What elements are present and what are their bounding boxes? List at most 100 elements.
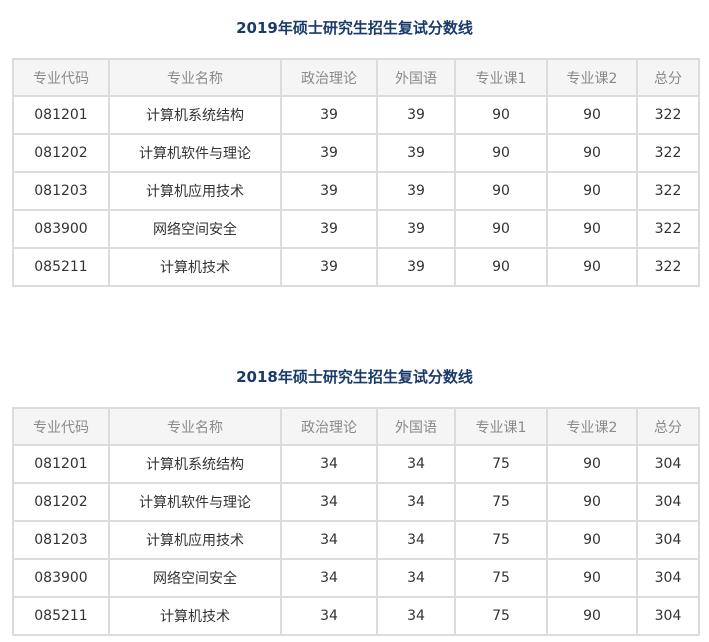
cell-course1: 75 xyxy=(454,558,548,598)
cell-course1: 90 xyxy=(454,171,548,211)
cell-language: 34 xyxy=(376,482,456,522)
cell-politics: 34 xyxy=(280,444,378,484)
table-row: 085211 计算机技术 34 34 75 90 304 xyxy=(12,596,700,636)
cell-politics: 39 xyxy=(280,171,378,211)
cell-total: 322 xyxy=(636,95,700,135)
cell-course2: 90 xyxy=(546,596,638,636)
cell-language: 34 xyxy=(376,596,456,636)
header-code: 专业代码 xyxy=(12,58,110,97)
section-title-2019: 2019年硕士研究生招生复试分数线 xyxy=(236,19,473,37)
cell-course1: 90 xyxy=(454,209,548,249)
header-name: 专业名称 xyxy=(108,58,282,97)
cell-code: 085211 xyxy=(12,596,110,636)
cell-politics: 39 xyxy=(280,209,378,249)
cell-politics: 34 xyxy=(280,596,378,636)
table-row: 083900 网络空间安全 34 34 75 90 304 xyxy=(12,558,700,598)
cell-course1: 75 xyxy=(454,444,548,484)
table-row: 081201 计算机系统结构 39 39 90 90 322 xyxy=(12,95,700,135)
score-table-2019: 专业代码 专业名称 政治理论 外国语 专业课1 专业课2 总分 081201 计… xyxy=(12,58,700,287)
cell-total: 304 xyxy=(636,520,700,560)
cell-course2: 90 xyxy=(546,209,638,249)
cell-total: 304 xyxy=(636,482,700,522)
cell-course1: 75 xyxy=(454,482,548,522)
cell-total: 322 xyxy=(636,247,700,287)
cell-course2: 90 xyxy=(546,171,638,211)
header-course1: 专业课1 xyxy=(454,407,548,446)
table-row: 081203 计算机应用技术 34 34 75 90 304 xyxy=(12,520,700,560)
header-politics: 政治理论 xyxy=(280,407,378,446)
cell-language: 39 xyxy=(376,209,456,249)
cell-course2: 90 xyxy=(546,558,638,598)
cell-politics: 39 xyxy=(280,247,378,287)
header-name: 专业名称 xyxy=(108,407,282,446)
cell-name: 计算机应用技术 xyxy=(108,520,282,560)
cell-language: 39 xyxy=(376,95,456,135)
table-row: 081201 计算机系统结构 34 34 75 90 304 xyxy=(12,444,700,484)
cell-language: 34 xyxy=(376,558,456,598)
header-code: 专业代码 xyxy=(12,407,110,446)
cell-total: 322 xyxy=(636,209,700,249)
cell-name: 计算机应用技术 xyxy=(108,171,282,211)
cell-code: 081203 xyxy=(12,520,110,560)
section-title-2018: 2018年硕士研究生招生复试分数线 xyxy=(236,368,473,386)
table-header-row: 专业代码 专业名称 政治理论 外国语 专业课1 专业课2 总分 xyxy=(12,58,700,97)
table-row: 081202 计算机软件与理论 34 34 75 90 304 xyxy=(12,482,700,522)
cell-name: 计算机软件与理论 xyxy=(108,133,282,173)
cell-total: 322 xyxy=(636,133,700,173)
cell-course2: 90 xyxy=(546,520,638,560)
cell-course2: 90 xyxy=(546,444,638,484)
cell-course2: 90 xyxy=(546,247,638,287)
cell-name: 计算机软件与理论 xyxy=(108,482,282,522)
header-language: 外国语 xyxy=(376,58,456,97)
cell-course1: 75 xyxy=(454,520,548,560)
header-course2: 专业课2 xyxy=(546,407,638,446)
cell-name: 计算机系统结构 xyxy=(108,95,282,135)
cell-language: 39 xyxy=(376,133,456,173)
cell-name: 网络空间安全 xyxy=(108,209,282,249)
cell-total: 304 xyxy=(636,444,700,484)
cell-code: 081202 xyxy=(12,482,110,522)
cell-name: 网络空间安全 xyxy=(108,558,282,598)
cell-course2: 90 xyxy=(546,95,638,135)
cell-course2: 90 xyxy=(546,133,638,173)
table-row: 081203 计算机应用技术 39 39 90 90 322 xyxy=(12,171,700,211)
cell-politics: 34 xyxy=(280,482,378,522)
cell-politics: 34 xyxy=(280,558,378,598)
cell-course1: 75 xyxy=(454,596,548,636)
cell-politics: 39 xyxy=(280,95,378,135)
header-total: 总分 xyxy=(636,407,700,446)
cell-code: 081201 xyxy=(12,444,110,484)
header-language: 外国语 xyxy=(376,407,456,446)
cell-name: 计算机技术 xyxy=(108,596,282,636)
header-course1: 专业课1 xyxy=(454,58,548,97)
cell-language: 34 xyxy=(376,444,456,484)
header-course2: 专业课2 xyxy=(546,58,638,97)
table-row: 081202 计算机软件与理论 39 39 90 90 322 xyxy=(12,133,700,173)
cell-code: 083900 xyxy=(12,558,110,598)
cell-course1: 90 xyxy=(454,95,548,135)
cell-total: 322 xyxy=(636,171,700,211)
cell-code: 085211 xyxy=(12,247,110,287)
table-row: 083900 网络空间安全 39 39 90 90 322 xyxy=(12,209,700,249)
cell-code: 083900 xyxy=(12,209,110,249)
cell-course2: 90 xyxy=(546,482,638,522)
table-header-row: 专业代码 专业名称 政治理论 外国语 专业课1 专业课2 总分 xyxy=(12,407,700,446)
cell-code: 081201 xyxy=(12,95,110,135)
cell-name: 计算机系统结构 xyxy=(108,444,282,484)
cell-language: 39 xyxy=(376,247,456,287)
cell-course1: 90 xyxy=(454,247,548,287)
cell-politics: 34 xyxy=(280,520,378,560)
cell-name: 计算机技术 xyxy=(108,247,282,287)
cell-total: 304 xyxy=(636,558,700,598)
cell-code: 081202 xyxy=(12,133,110,173)
header-politics: 政治理论 xyxy=(280,58,378,97)
header-total: 总分 xyxy=(636,58,700,97)
cell-code: 081203 xyxy=(12,171,110,211)
cell-total: 304 xyxy=(636,596,700,636)
cell-language: 34 xyxy=(376,520,456,560)
table-row: 085211 计算机技术 39 39 90 90 322 xyxy=(12,247,700,287)
cell-course1: 90 xyxy=(454,133,548,173)
cell-politics: 39 xyxy=(280,133,378,173)
score-table-2018: 专业代码 专业名称 政治理论 外国语 专业课1 专业课2 总分 081201 计… xyxy=(12,407,700,636)
cell-language: 39 xyxy=(376,171,456,211)
